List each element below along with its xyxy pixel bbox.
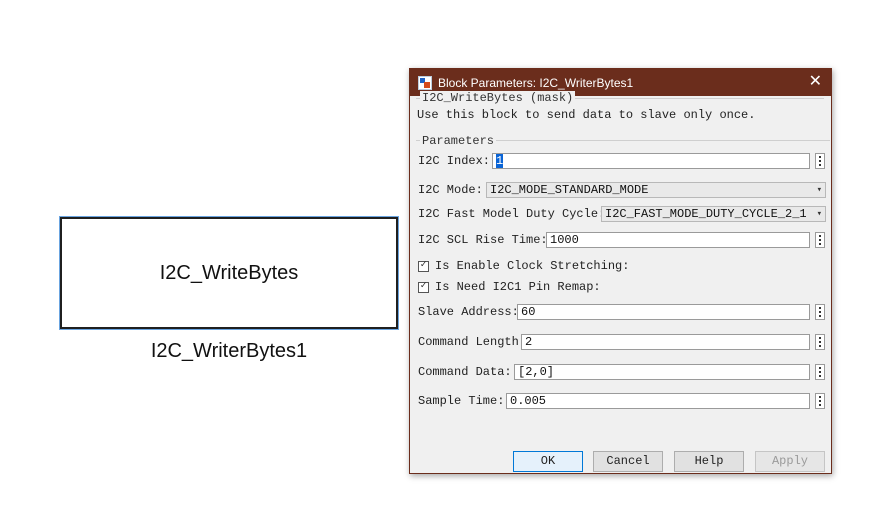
pin-remap-row[interactable]: ✓ Is Need I2C1 Pin Remap: [418,278,605,296]
block-parameters-dialog: Block Parameters: I2C_WriterBytes1 ✕ I2C… [409,68,832,474]
i2c-index-row: I2C Index: [418,152,494,170]
sample-time-value: 0.005 [510,394,547,408]
simulink-block[interactable]: I2C_WriteBytes [60,217,398,329]
block-label: I2C_WriteBytes [159,261,299,284]
fast-duty-row: I2C Fast Model Duty Cycle: [418,205,609,223]
chevron-down-icon: ▾ [816,209,822,219]
sample-time-label: Sample Time: [418,394,505,408]
slave-address-label: Slave Address: [418,305,519,319]
command-data-row: Command Data: [418,363,516,381]
sample-time-field[interactable]: 0.005 [506,393,810,409]
scl-rise-value: 1000 [550,233,579,247]
i2c-index-more-button[interactable] [815,153,825,169]
command-data-field[interactable]: [2,0] [514,364,810,380]
mask-description: Use this block to send data to slave onl… [417,108,756,122]
clock-stretch-checkbox[interactable]: ✓ [418,260,429,272]
cancel-button[interactable]: Cancel [593,451,663,472]
fast-duty-dropdown[interactable]: I2C_FAST_MODE_DUTY_CYCLE_2_1 ▾ [601,206,826,222]
sample-time-row: Sample Time: [418,392,508,410]
i2c-index-label: I2C Index: [418,154,491,168]
command-data-value: [2,0] [518,365,555,379]
chevron-down-icon: ▾ [816,185,822,195]
fast-duty-value: I2C_FAST_MODE_DUTY_CYCLE_2_1 [605,207,807,221]
command-length-field[interactable]: 2 [521,334,810,350]
command-data-more-button[interactable] [815,364,825,380]
slave-address-more-button[interactable] [815,304,825,320]
slave-address-row: Slave Address: [418,303,523,321]
command-length-row: Command Length: [418,333,530,351]
command-data-label: Command Data: [418,365,512,379]
slave-address-field[interactable]: 60 [517,304,810,320]
clock-stretch-label: Is Enable Clock Stretching: [435,259,630,273]
i2c-mode-row: I2C Mode: [418,181,487,199]
block-name[interactable]: I2C_WriterBytes1 [60,340,398,363]
i2c-mode-value: I2C_MODE_STANDARD_MODE [490,183,649,197]
dialog-title: Block Parameters: I2C_WriterBytes1 [438,75,634,90]
scl-rise-field[interactable]: 1000 [546,232,810,248]
i2c-mode-dropdown[interactable]: I2C_MODE_STANDARD_MODE ▾ [486,182,826,198]
sample-time-more-button[interactable] [815,393,825,409]
close-icon[interactable]: ✕ [809,73,822,91]
parameters-group: Parameters I2C Index: 1 I2C Mode: I2C_MO… [416,134,830,431]
fast-duty-label: I2C Fast Model Duty Cycle: [418,207,606,221]
i2c-index-value: 1 [496,154,504,168]
pin-remap-label: Is Need I2C1 Pin Remap: [435,280,601,294]
scl-rise-label: I2C SCL Rise Time: [418,233,548,247]
i2c-mode-label: I2C Mode: [418,183,483,197]
mask-title: I2C_WriteBytes (mask) [420,91,576,105]
simulink-app-icon [418,75,432,90]
slave-address-value: 60 [521,305,536,319]
parameters-legend: Parameters [420,134,497,148]
help-button[interactable]: Help [674,451,744,472]
i2c-index-field[interactable]: 1 [492,153,810,169]
command-length-label: Command Length: [418,335,527,349]
apply-button[interactable]: Apply [755,451,825,472]
scl-rise-row: I2C SCL Rise Time: [418,231,552,249]
clock-stretch-row[interactable]: ✓ Is Enable Clock Stretching: [418,257,633,275]
scl-rise-more-button[interactable] [815,232,825,248]
ok-button[interactable]: OK [513,451,583,472]
command-length-more-button[interactable] [815,334,825,350]
pin-remap-checkbox[interactable]: ✓ [418,281,429,293]
mask-description-group: I2C_WriteBytes (mask) Use this block to … [416,91,824,136]
command-length-value: 2 [525,335,533,349]
